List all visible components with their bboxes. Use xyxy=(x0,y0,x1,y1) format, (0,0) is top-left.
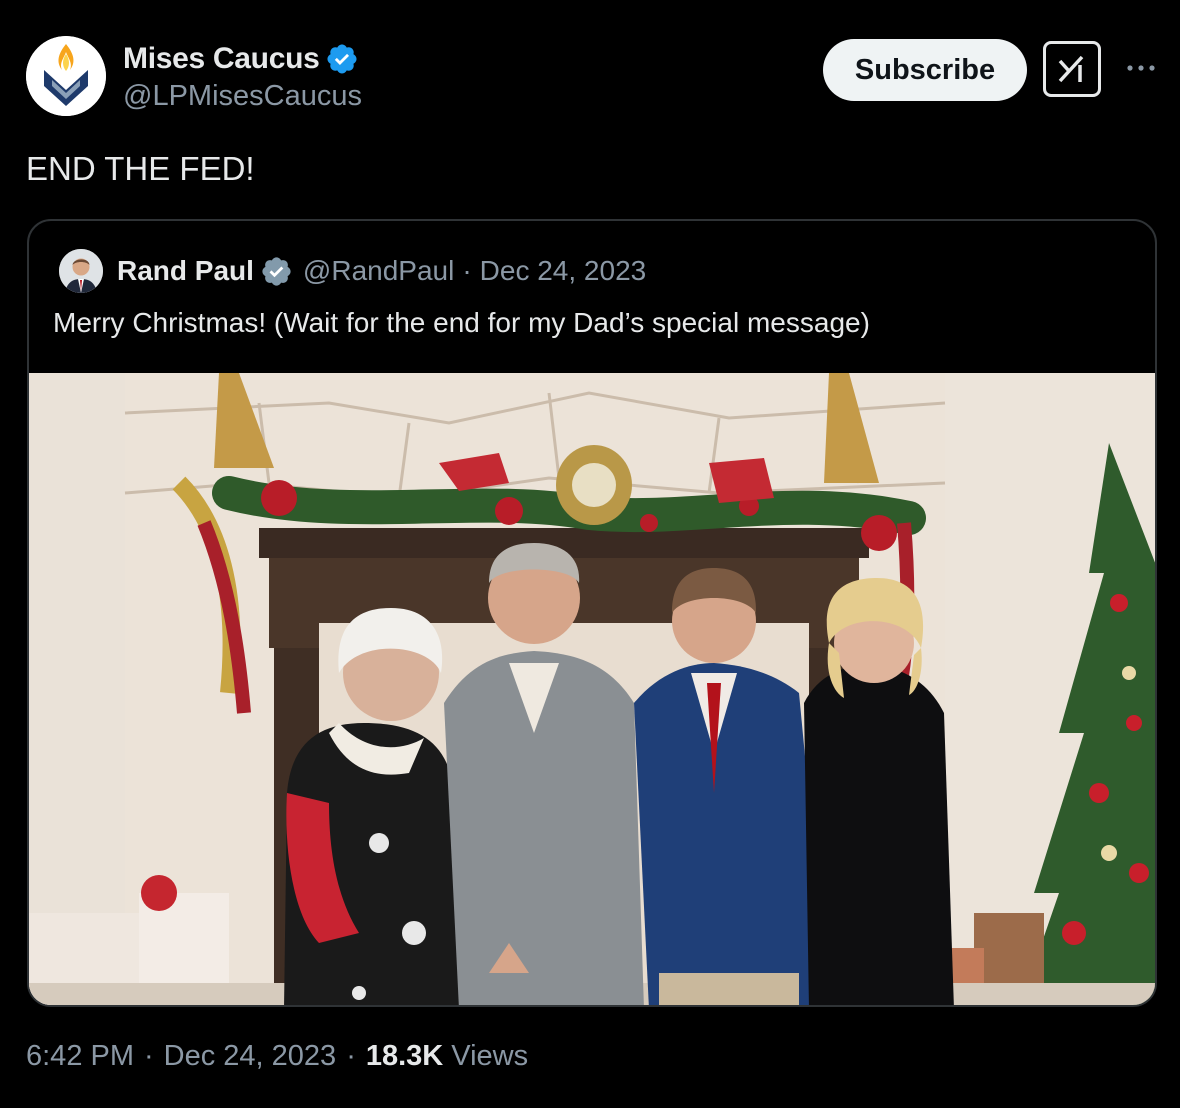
verified-badge-icon xyxy=(327,44,358,74)
more-options-icon xyxy=(1127,65,1155,71)
views-count[interactable]: 18.3K xyxy=(366,1040,443,1073)
separator-dot: · xyxy=(462,255,472,286)
mises-caucus-logo-icon xyxy=(26,36,106,116)
tweet-date[interactable]: Dec 24, 2023 xyxy=(164,1040,337,1073)
tweet-time[interactable]: 6:42 PM xyxy=(26,1040,134,1073)
quoted-tweet-header: Rand Paul @RandPaul · Dec 24, 2023 xyxy=(59,247,646,295)
quoted-tweet-card[interactable]: Rand Paul @RandPaul · Dec 24, 2023 Merry… xyxy=(27,219,1157,1007)
author-handle[interactable]: @LPMisesCaucus xyxy=(123,80,362,113)
tweet-text: END THE FED! xyxy=(26,150,255,187)
quoted-author-handle[interactable]: @RandPaul xyxy=(303,255,454,287)
quoted-author-name[interactable]: Rand Paul xyxy=(117,255,254,287)
quoted-tweet-date[interactable]: Dec 24, 2023 xyxy=(480,255,647,287)
tweet-header: Mises Caucus @LPMisesCaucus Subscribe xyxy=(26,36,1156,120)
government-verified-badge-icon xyxy=(262,256,291,286)
author-name[interactable]: Mises Caucus xyxy=(123,42,320,76)
quoted-tweet-text: Merry Christmas! (Wait for the end for m… xyxy=(53,307,870,338)
subscribe-button[interactable]: Subscribe xyxy=(823,39,1027,101)
grok-button[interactable] xyxy=(1043,41,1101,97)
separator-dot: · xyxy=(346,1040,356,1072)
tweet-footer: 6:42 PM · Dec 24, 2023 · 18.3K Views xyxy=(26,1040,528,1073)
family-christmas-photo xyxy=(29,373,1155,1005)
mises-caucus-avatar[interactable] xyxy=(26,36,106,116)
separator-dot: · xyxy=(144,1040,154,1072)
rand-paul-avatar-image xyxy=(59,249,103,293)
quoted-tweet-video[interactable] xyxy=(29,373,1155,1005)
views-label[interactable]: Views xyxy=(451,1040,528,1073)
rand-paul-avatar[interactable] xyxy=(59,249,103,293)
author-block: Mises Caucus @LPMisesCaucus xyxy=(123,42,362,113)
more-options-button[interactable] xyxy=(1123,50,1159,86)
grok-icon xyxy=(1058,55,1084,83)
